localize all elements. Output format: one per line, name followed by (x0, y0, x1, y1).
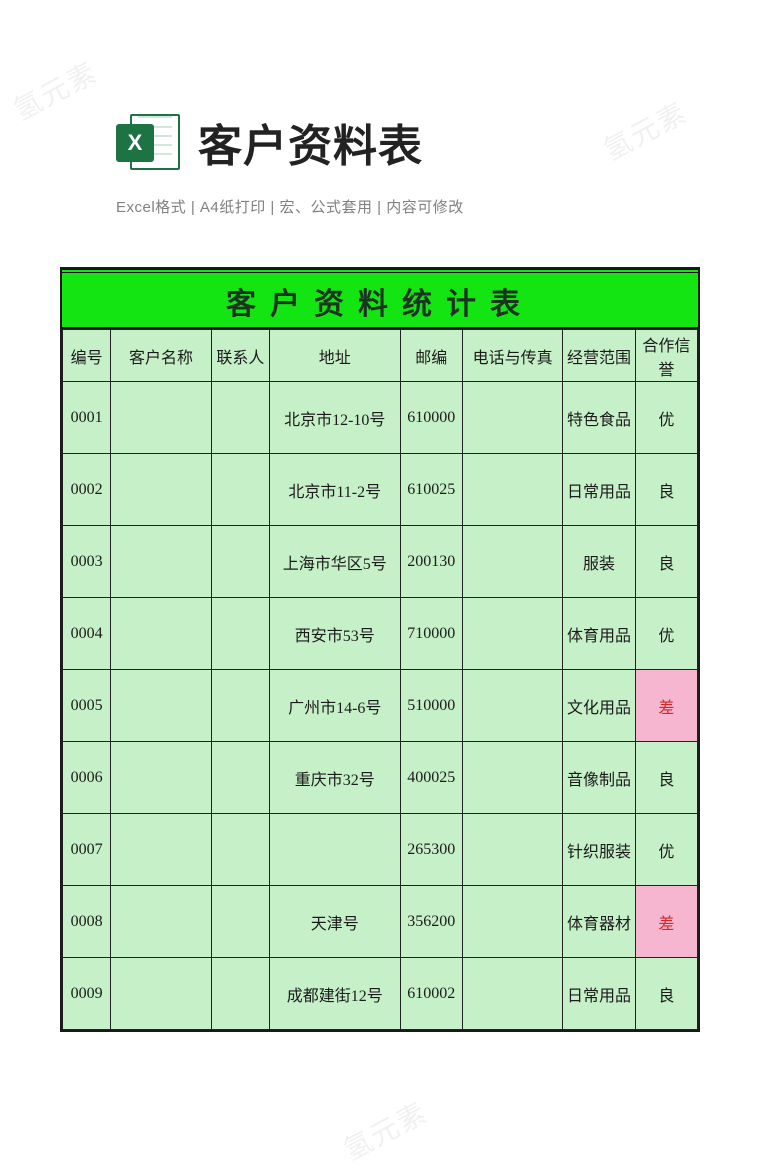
cell-contact (211, 814, 269, 886)
table-row: 0005 广州市14-6号510000 文化用品差 (63, 670, 698, 742)
cell-id: 0006 (63, 742, 111, 814)
cell-id: 0005 (63, 670, 111, 742)
col-id: 编号 (63, 330, 111, 382)
cell-address: 北京市11-2号 (269, 454, 400, 526)
col-zip: 邮编 (400, 330, 462, 382)
cell-zip: 610025 (400, 454, 462, 526)
table-row: 0007 265300 针织服装优 (63, 814, 698, 886)
table-row: 0003 上海市华区5号200130 服装良 (63, 526, 698, 598)
cell-zip: 356200 (400, 886, 462, 958)
col-scope: 经营范围 (563, 330, 635, 382)
col-contact: 联系人 (211, 330, 269, 382)
cell-tel (462, 958, 562, 1030)
cell-id: 0002 (63, 454, 111, 526)
cell-name (111, 886, 211, 958)
cell-tel (462, 814, 562, 886)
cell-id: 0003 (63, 526, 111, 598)
cell-zip: 510000 (400, 670, 462, 742)
cell-tel (462, 886, 562, 958)
cell-tel (462, 526, 562, 598)
cell-zip: 610002 (400, 958, 462, 1030)
cell-credit: 优 (635, 814, 697, 886)
cell-zip: 400025 (400, 742, 462, 814)
cell-credit: 优 (635, 382, 697, 454)
table-row: 0001 北京市12-10号610000 特色食品优 (63, 382, 698, 454)
cell-credit: 差 (635, 886, 697, 958)
cell-contact (211, 958, 269, 1030)
cell-zip: 610000 (400, 382, 462, 454)
col-tel: 电话与传真 (462, 330, 562, 382)
cell-id: 0009 (63, 958, 111, 1030)
cell-address: 西安市53号 (269, 598, 400, 670)
cell-credit: 差 (635, 670, 697, 742)
excel-icon: X (116, 110, 180, 174)
cell-scope: 特色食品 (563, 382, 635, 454)
cell-zip: 200130 (400, 526, 462, 598)
cell-name (111, 382, 211, 454)
table-row: 0004 西安市53号710000 体育用品优 (63, 598, 698, 670)
cell-id: 0008 (63, 886, 111, 958)
table-row: 0009 成都建街12号610002 日常用品良 (63, 958, 698, 1030)
cell-address: 北京市12-10号 (269, 382, 400, 454)
excel-icon-letter: X (116, 124, 154, 162)
cell-name (111, 814, 211, 886)
cell-tel (462, 670, 562, 742)
cell-contact (211, 454, 269, 526)
customer-table: 编号 客户名称 联系人 地址 邮编 电话与传真 经营范围 合作信誉 0001 北京… (62, 329, 698, 1030)
cell-scope: 体育器材 (563, 886, 635, 958)
cell-scope: 文化用品 (563, 670, 635, 742)
cell-name (111, 454, 211, 526)
cell-address: 上海市华区5号 (269, 526, 400, 598)
cell-credit: 良 (635, 742, 697, 814)
cell-name (111, 670, 211, 742)
cell-address: 天津号 (269, 886, 400, 958)
cell-name (111, 526, 211, 598)
cell-zip: 710000 (400, 598, 462, 670)
cell-scope: 日常用品 (563, 958, 635, 1030)
col-name: 客户名称 (111, 330, 211, 382)
cell-tel (462, 382, 562, 454)
cell-id: 0001 (63, 382, 111, 454)
sheet-title: 客户资料统计表 (62, 269, 698, 329)
cell-address: 成都建街12号 (269, 958, 400, 1030)
cell-id: 0007 (63, 814, 111, 886)
cell-name (111, 598, 211, 670)
page-title: 客户资料表 (198, 110, 423, 174)
cell-name (111, 742, 211, 814)
table-row: 0002 北京市11-2号610025 日常用品良 (63, 454, 698, 526)
cell-credit: 良 (635, 454, 697, 526)
cell-contact (211, 382, 269, 454)
cell-name (111, 958, 211, 1030)
cell-credit: 良 (635, 958, 697, 1030)
cell-address: 广州市14-6号 (269, 670, 400, 742)
cell-tel (462, 598, 562, 670)
cell-credit: 优 (635, 598, 697, 670)
cell-scope: 服装 (563, 526, 635, 598)
cell-tel (462, 742, 562, 814)
table-header-row: 编号 客户名称 联系人 地址 邮编 电话与传真 经营范围 合作信誉 (63, 330, 698, 382)
spreadsheet-card: 客户资料统计表 编号 客户名称 联系人 地址 邮编 电话与传真 经营范围 合作信… (60, 267, 700, 1032)
cell-contact (211, 598, 269, 670)
col-address: 地址 (269, 330, 400, 382)
cell-id: 0004 (63, 598, 111, 670)
cell-scope: 针织服装 (563, 814, 635, 886)
cell-scope: 体育用品 (563, 598, 635, 670)
cell-contact (211, 742, 269, 814)
page-subtitle: Excel格式 | A4纸打印 | 宏、公式套用 | 内容可修改 (116, 196, 680, 217)
watermark: 氢元素 (336, 1091, 434, 1169)
table-row: 0008 天津号356200 体育器材差 (63, 886, 698, 958)
cell-zip: 265300 (400, 814, 462, 886)
cell-credit: 良 (635, 526, 697, 598)
cell-contact (211, 526, 269, 598)
cell-contact (211, 670, 269, 742)
col-credit: 合作信誉 (635, 330, 697, 382)
cell-scope: 日常用品 (563, 454, 635, 526)
page-header: X 客户资料表 Excel格式 | A4纸打印 | 宏、公式套用 | 内容可修改 (0, 0, 760, 217)
cell-address: 重庆市32号 (269, 742, 400, 814)
cell-tel (462, 454, 562, 526)
cell-address (269, 814, 400, 886)
table-row: 0006 重庆市32号400025 音像制品良 (63, 742, 698, 814)
cell-contact (211, 886, 269, 958)
cell-scope: 音像制品 (563, 742, 635, 814)
